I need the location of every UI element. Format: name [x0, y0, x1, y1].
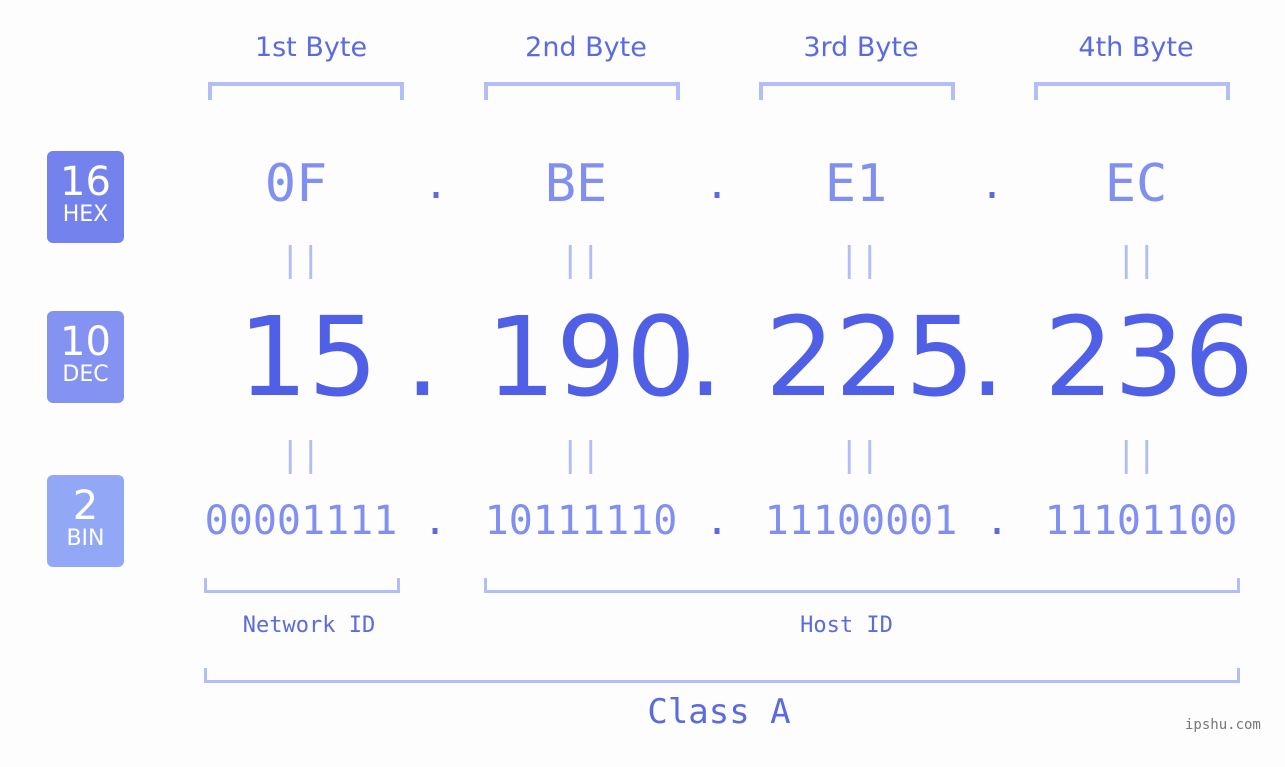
byte-bracket-3	[759, 82, 955, 100]
hex-separator: .	[980, 162, 1005, 208]
bin-separator: .	[423, 498, 448, 544]
bin-value-3: 11100001	[764, 498, 958, 544]
dec-value-4: 236	[1044, 293, 1254, 421]
equals-sign: ||	[280, 240, 321, 280]
byte-label-4: 4th Byte	[1078, 32, 1194, 63]
equals-sign: ||	[839, 435, 880, 475]
dec-badge-label: DEC	[62, 362, 109, 387]
equals-sign: ||	[280, 435, 321, 475]
equals-sign: ||	[1116, 240, 1157, 280]
dec-value-3: 225	[765, 293, 975, 421]
hex-badge-label: HEX	[62, 202, 109, 227]
class-bracket	[204, 668, 1240, 683]
byte-bracket-1	[208, 82, 404, 100]
host-id-label: Host ID	[800, 613, 893, 638]
equals-sign: ||	[560, 240, 601, 280]
dec-badge-number: 10	[60, 319, 111, 365]
hex-separator: .	[705, 162, 730, 208]
byte-bracket-4	[1034, 82, 1230, 100]
network-id-label: Network ID	[242, 613, 376, 638]
hex-value-2: BE	[544, 154, 608, 214]
byte-label-3: 3rd Byte	[803, 32, 919, 63]
class-label: Class A	[647, 692, 791, 732]
hex-value-4: EC	[1104, 154, 1168, 214]
hex-badge-number: 16	[60, 159, 111, 205]
bin-separator: .	[985, 498, 1010, 544]
hex-badge: 16 HEX	[47, 151, 124, 243]
byte-bracket-2	[484, 82, 680, 100]
byte-label-2: 2nd Byte	[525, 32, 647, 63]
dec-separator: .	[405, 293, 440, 421]
hex-value-3: E1	[824, 154, 888, 214]
network-id-bracket	[204, 578, 400, 593]
bin-badge-label: BIN	[66, 526, 105, 551]
hex-value-1: 0F	[264, 154, 328, 214]
bin-value-2: 10111110	[484, 498, 678, 544]
host-id-bracket	[484, 578, 1240, 593]
equals-sign: ||	[560, 435, 601, 475]
bin-value-4: 11101100	[1044, 498, 1238, 544]
equals-sign: ||	[1116, 435, 1157, 475]
dec-value-1: 15	[238, 293, 378, 421]
bin-badge: 2 BIN	[47, 475, 124, 567]
equals-sign: ||	[839, 240, 880, 280]
dec-separator: .	[688, 293, 723, 421]
dec-separator: .	[970, 293, 1005, 421]
bin-value-1: 00001111	[204, 498, 398, 544]
bin-badge-number: 2	[72, 483, 99, 529]
bin-separator: .	[705, 498, 730, 544]
byte-label-1: 1st Byte	[254, 32, 368, 63]
brand-watermark: ipshu.com	[1185, 717, 1261, 733]
hex-separator: .	[424, 162, 449, 208]
dec-value-2: 190	[486, 293, 696, 421]
dec-badge: 10 DEC	[47, 311, 124, 403]
